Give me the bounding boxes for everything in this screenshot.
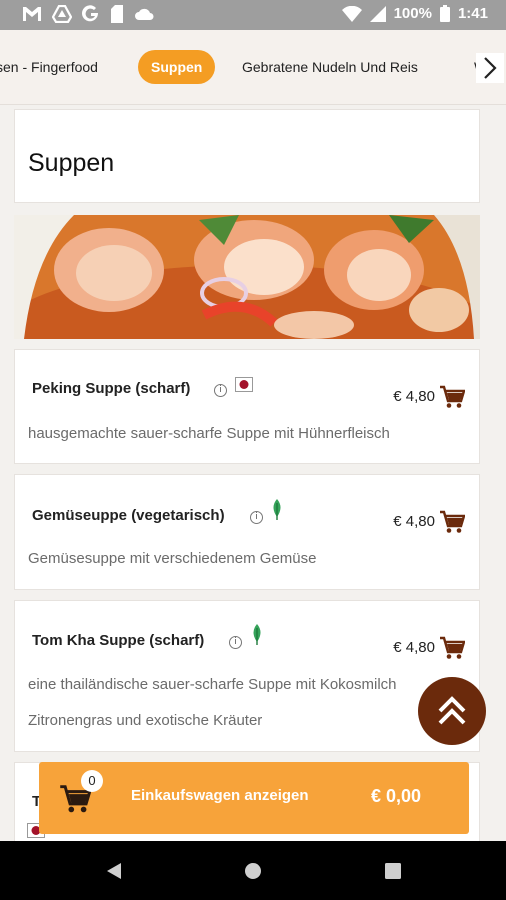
- mail-icon: [23, 7, 41, 21]
- item-description: eine thailändische sauer-scharfe Suppe m…: [28, 676, 397, 693]
- menu-item-card[interactable]: Gemüseuppe (vegetarisch) i € 4,80 Gemüse…: [14, 474, 480, 590]
- menu-item-card[interactable]: Peking Suppe (scharf) i € 4,80 hausgemac…: [14, 349, 480, 464]
- status-bar: 100% 1:41: [0, 0, 506, 30]
- system-navigation-bar: [0, 841, 506, 900]
- system-status: 100% 1:41: [341, 5, 488, 22]
- item-name: Gemüseuppe (vegetarisch): [32, 507, 225, 524]
- item-price: € 4,80: [393, 388, 435, 405]
- battery-percent: 100%: [393, 5, 432, 22]
- double-chevron-up-icon: [438, 696, 466, 725]
- cart-count-badge: 0: [81, 770, 103, 792]
- info-icon[interactable]: i: [214, 384, 227, 397]
- menu-content[interactable]: Suppen Peking Suppe (scharf) i € 4,80 ha…: [0, 105, 506, 841]
- item-price: € 4,80: [393, 513, 435, 530]
- add-to-cart-icon[interactable]: [439, 510, 465, 534]
- section-title: Suppen: [28, 149, 115, 177]
- recents-icon[interactable]: [385, 863, 401, 879]
- view-cart-label: Einkaufswagen anzeigen: [131, 787, 309, 804]
- view-cart-button[interactable]: 0 Einkaufswagen anzeigen € 0,00: [39, 762, 469, 834]
- menu-item-card[interactable]: Tom Kha Suppe (scharf) i € 4,80 eine tha…: [14, 600, 480, 752]
- cloud-icon: [135, 8, 154, 20]
- vegetarian-leaf-icon: [273, 499, 281, 520]
- item-price: € 4,80: [393, 639, 435, 656]
- info-icon[interactable]: i: [229, 636, 242, 649]
- section-banner-image: [14, 215, 480, 339]
- signal-icon: [369, 5, 386, 22]
- item-description: Zitronengras und exotische Kräuter: [28, 712, 263, 729]
- item-name: Tom Kha Suppe (scharf): [32, 632, 205, 649]
- item-description: hausgemachte sauer-scharfe Suppe mit Hüh…: [28, 425, 390, 442]
- clock: 1:41: [457, 5, 488, 22]
- add-to-cart-icon[interactable]: [439, 385, 465, 409]
- wifi-icon: [341, 5, 362, 22]
- notification-icons: [22, 5, 154, 23]
- tab-suppen[interactable]: Suppen: [138, 50, 216, 84]
- vegetarian-leaf-icon: [253, 624, 261, 645]
- cart-total: € 0,00: [370, 786, 421, 806]
- section-header-card: Suppen: [14, 109, 480, 203]
- tab-vorspeisen-fingerfood[interactable]: sen - Fingerfood: [0, 50, 98, 84]
- battery-icon: [439, 5, 450, 22]
- spicy-icon: [235, 377, 253, 392]
- item-description: Gemüsesuppe mit verschiedenem Gemüse: [28, 550, 317, 567]
- info-icon[interactable]: i: [250, 511, 263, 524]
- category-tabs: sen - Fingerfood Suppen Gebratene Nudeln…: [0, 30, 506, 105]
- next-category-button[interactable]: [476, 53, 504, 83]
- tab-gebratene-nudeln-und-reis[interactable]: Gebratene Nudeln Und Reis: [242, 50, 418, 84]
- scroll-to-top-button[interactable]: [418, 677, 486, 745]
- google-icon: [82, 5, 99, 22]
- home-icon[interactable]: [244, 862, 262, 880]
- item-name: Peking Suppe (scharf): [32, 380, 191, 397]
- chevron-right-icon: [484, 57, 497, 79]
- drive-icon: [52, 5, 72, 23]
- add-to-cart-icon[interactable]: [439, 636, 465, 660]
- clipboard-icon: [111, 5, 123, 23]
- back-icon[interactable]: [106, 862, 122, 880]
